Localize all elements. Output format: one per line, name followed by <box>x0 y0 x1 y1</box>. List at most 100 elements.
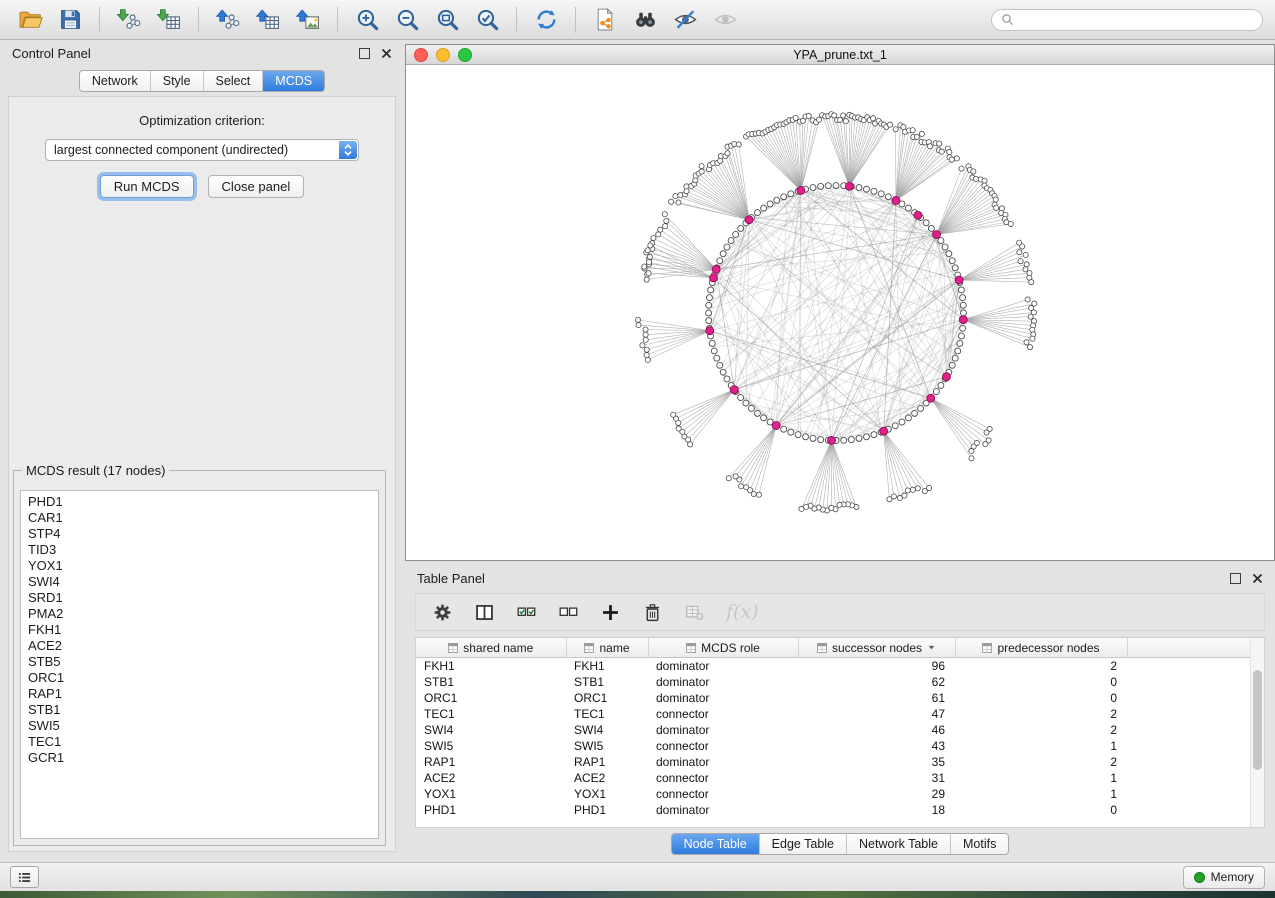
table-row[interactable]: ACE2ACE2connector311 <box>416 770 1251 786</box>
criterion-selected-value: largest connected component (undirected) <box>54 143 288 157</box>
table-scrollbar-thumb[interactable] <box>1253 670 1262 770</box>
mcds-node-item[interactable]: YOX1 <box>28 558 371 574</box>
mcds-node-item[interactable]: PHD1 <box>28 494 371 510</box>
mcds-node-item[interactable]: ORC1 <box>28 670 371 686</box>
mcds-node-item[interactable]: SRD1 <box>28 590 371 606</box>
create-column-button[interactable] <box>600 602 621 623</box>
tab-network[interactable]: Network <box>80 71 150 91</box>
mcds-node-item[interactable]: SWI5 <box>28 718 371 734</box>
check-all-icon <box>516 602 537 623</box>
cell: 1 <box>955 770 1127 786</box>
cell: 46 <box>798 722 955 738</box>
show-columns-button[interactable] <box>474 602 495 623</box>
table-row[interactable]: RAP1RAP1dominator352 <box>416 754 1251 770</box>
export-table-button[interactable] <box>250 5 286 35</box>
memory-button[interactable]: Memory <box>1183 866 1265 889</box>
table-scrollbar[interactable] <box>1250 638 1264 827</box>
toolbar-separator <box>516 7 517 33</box>
node-table: shared namenameMCDS rolesuccessor nodesp… <box>415 637 1265 828</box>
cytoscape-window: Control Panel NetworkStyleSelectMCDS Opt… <box>0 0 1275 898</box>
mcds-node-item[interactable]: GCR1 <box>28 750 371 766</box>
run-mcds-button[interactable]: Run MCDS <box>100 175 194 198</box>
table-row[interactable]: FKH1FKH1dominator962 <box>416 658 1251 675</box>
export-image-button[interactable] <box>290 5 326 35</box>
hide-graphics-details-button[interactable] <box>667 5 703 35</box>
gear-icon <box>432 602 453 623</box>
cell: dominator <box>648 754 798 770</box>
table-row[interactable]: TEC1TEC1connector472 <box>416 706 1251 722</box>
control-panel-title: Control Panel <box>12 46 91 61</box>
mcds-node-item[interactable]: STP4 <box>28 526 371 542</box>
delete-columns-button[interactable] <box>642 602 663 623</box>
import-network-button[interactable] <box>111 5 147 35</box>
mcds-node-item[interactable]: TEC1 <box>28 734 371 750</box>
mcds-result-list[interactable]: PHD1CAR1STP4TID3YOX1SWI4SRD1PMA2FKH1ACE2… <box>20 490 379 839</box>
criterion-select[interactable]: largest connected component (undirected) <box>45 139 359 161</box>
function-builder-button[interactable]: f(x) <box>726 601 759 623</box>
column-header-mcds-role[interactable]: MCDS role <box>648 638 798 658</box>
tab-select[interactable]: Select <box>203 71 263 91</box>
table-row[interactable]: STB1STB1dominator620 <box>416 674 1251 690</box>
table-row[interactable]: SWI5SWI5connector431 <box>416 738 1251 754</box>
show-graphics-details-button[interactable] <box>707 5 743 35</box>
mcds-node-item[interactable]: ACE2 <box>28 638 371 654</box>
tab-network-table[interactable]: Network Table <box>846 834 950 854</box>
select-all-columns-button[interactable] <box>516 602 537 623</box>
show-hidden-panels-button[interactable] <box>10 866 39 888</box>
close-panel-button[interactable]: Close panel <box>208 175 305 198</box>
columns-icon <box>474 602 495 623</box>
table-row[interactable]: PHD1PHD1dominator180 <box>416 802 1251 818</box>
export-network-button[interactable] <box>210 5 246 35</box>
toolbar-separator <box>575 7 576 33</box>
memory-status-dot <box>1194 872 1205 883</box>
network-canvas[interactable] <box>406 64 1274 559</box>
network-from-table-button[interactable] <box>587 5 623 35</box>
tab-edge-table[interactable]: Edge Table <box>759 834 846 854</box>
zoom-selected-button[interactable] <box>469 5 505 35</box>
mcds-node-item[interactable]: TID3 <box>28 542 371 558</box>
zoom-fit-button[interactable] <box>429 5 465 35</box>
table-row[interactable]: YOX1YOX1connector291 <box>416 786 1251 802</box>
import-table-button[interactable] <box>151 5 187 35</box>
float-table-panel-button[interactable] <box>1230 573 1241 584</box>
tab-motifs[interactable]: Motifs <box>950 834 1008 854</box>
cell: dominator <box>648 802 798 818</box>
cell: 43 <box>798 738 955 754</box>
cell: 96 <box>798 658 955 675</box>
zoom-out-button[interactable] <box>389 5 425 35</box>
column-header-name[interactable]: name <box>566 638 648 658</box>
tab-node-table[interactable]: Node Table <box>672 834 759 854</box>
search-network-button[interactable] <box>627 5 663 35</box>
close-table-panel-button[interactable] <box>1252 573 1263 584</box>
tab-style[interactable]: Style <box>150 71 203 91</box>
open-session-button[interactable] <box>12 5 48 35</box>
mcds-node-item[interactable]: STB1 <box>28 702 371 718</box>
column-header-shared-name[interactable]: shared name <box>416 638 566 658</box>
mcds-node-item[interactable]: RAP1 <box>28 686 371 702</box>
search-input[interactable] <box>1020 12 1253 28</box>
save-session-button[interactable] <box>52 5 88 35</box>
table-row[interactable]: ORC1ORC1dominator610 <box>416 690 1251 706</box>
cell: connector <box>648 738 798 754</box>
apply-layout-button[interactable] <box>528 5 564 35</box>
unselect-all-columns-button[interactable] <box>558 602 579 623</box>
cell: TEC1 <box>566 706 648 722</box>
tab-mcds[interactable]: MCDS <box>262 71 324 91</box>
mcds-node-item[interactable]: CAR1 <box>28 510 371 526</box>
zoom-in-button[interactable] <box>349 5 385 35</box>
mcds-node-item[interactable]: PMA2 <box>28 606 371 622</box>
table-settings-button[interactable] <box>432 602 453 623</box>
chevron-down-icon[interactable] <box>927 643 936 652</box>
column-header-filler <box>1127 638 1251 658</box>
column-header-successor-nodes[interactable]: successor nodes <box>798 638 955 658</box>
mcds-node-item[interactable]: SWI4 <box>28 574 371 590</box>
close-panel-icon-button[interactable] <box>381 48 392 59</box>
table-row[interactable]: SWI4SWI4dominator462 <box>416 722 1251 738</box>
delete-table-button[interactable] <box>684 602 705 623</box>
column-type-icon <box>817 643 827 653</box>
mcds-node-item[interactable]: FKH1 <box>28 622 371 638</box>
global-search-box[interactable] <box>991 9 1263 31</box>
float-panel-button[interactable] <box>359 48 370 59</box>
mcds-node-item[interactable]: STB5 <box>28 654 371 670</box>
column-header-predecessor-nodes[interactable]: predecessor nodes <box>955 638 1127 658</box>
